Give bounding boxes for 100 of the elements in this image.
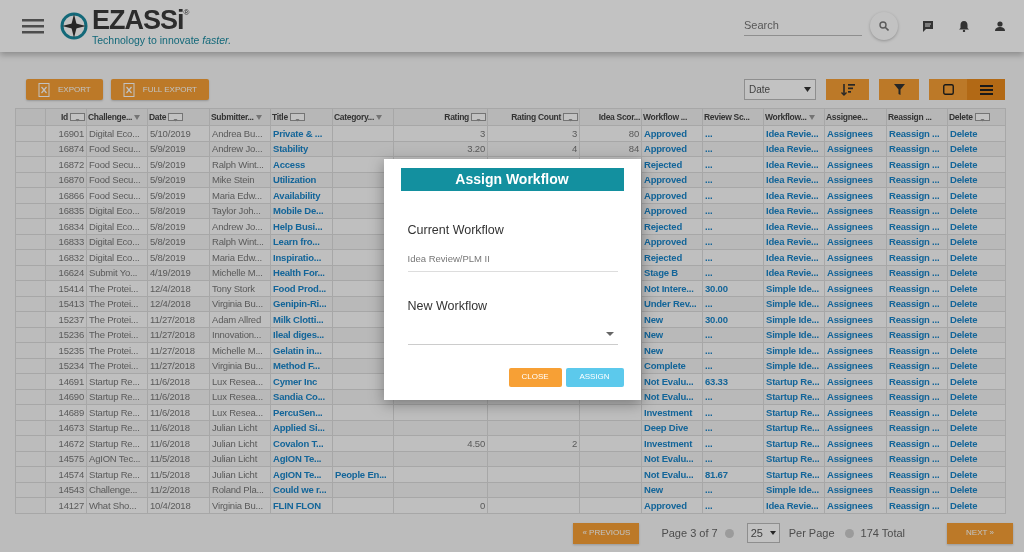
chat-button[interactable] xyxy=(922,20,934,32)
assign-button[interactable]: ASSIGN xyxy=(565,367,624,387)
table-link[interactable]: ... xyxy=(705,436,713,450)
search-button[interactable] xyxy=(870,12,898,40)
table-cell: Food Secu... xyxy=(89,174,141,186)
table-link[interactable]: ... xyxy=(705,126,713,140)
table-link[interactable]: ... xyxy=(705,297,713,311)
table-cell: 16832 xyxy=(58,251,84,263)
table-cell: Food Secu... xyxy=(89,143,141,155)
column-header: Title xyxy=(272,110,288,124)
table-cell: The Protei... xyxy=(89,282,139,294)
view-toggle-button[interactable] xyxy=(967,79,1005,100)
close-button[interactable]: CLOSE xyxy=(508,367,562,387)
table-cell: Submit Yo... xyxy=(89,267,138,279)
table-cell: Roland Pla... xyxy=(212,484,264,496)
table-cell: 5/9/2019 xyxy=(150,158,186,170)
table-link[interactable]: ... xyxy=(705,483,713,497)
table-cell: 4/19/2019 xyxy=(150,267,191,279)
table-cell: 14673 xyxy=(58,422,84,434)
table-cell: Virginia Bu... xyxy=(212,499,263,511)
table-cell: 5/10/2019 xyxy=(150,127,191,139)
column-header: Workflow... xyxy=(765,110,807,124)
table-link[interactable]: ... xyxy=(705,219,713,233)
table-link[interactable]: ... xyxy=(705,250,713,264)
bell-button[interactable] xyxy=(958,20,970,32)
table-link[interactable]: ... xyxy=(705,328,713,342)
table-cell: Andrew Jo... xyxy=(212,143,263,155)
table-link[interactable]: ... xyxy=(705,452,713,466)
chat-icon xyxy=(922,20,934,32)
filter-icon[interactable] xyxy=(134,114,141,120)
column-menu-icon[interactable] xyxy=(168,112,184,122)
table-link[interactable]: ... xyxy=(705,390,713,404)
column-menu-icon[interactable] xyxy=(563,112,578,122)
table-cell: Innovation... xyxy=(212,329,262,341)
table-link[interactable]: ... xyxy=(705,157,713,171)
separator-dot xyxy=(724,528,734,538)
table-link[interactable]: ... xyxy=(705,343,713,357)
bell-icon xyxy=(958,20,970,32)
table-cell: 14575 xyxy=(58,453,84,465)
column-header: Category... xyxy=(334,110,374,124)
table-cell: Startup Re... xyxy=(89,406,140,418)
table-link[interactable]: ... xyxy=(705,173,713,187)
table-cell: Virginia Bu... xyxy=(212,360,263,372)
table-cell: 15414 xyxy=(58,282,84,294)
next-button[interactable]: NEXT » xyxy=(947,522,1013,544)
table-link[interactable]: ... xyxy=(705,204,713,218)
table-link[interactable]: ... xyxy=(705,235,713,249)
column-menu-icon[interactable] xyxy=(471,112,486,122)
tagline: Technology to innovate faster. xyxy=(92,34,232,46)
caret-icon xyxy=(769,531,776,535)
table-cell: 11/6/2018 xyxy=(150,375,190,387)
sort-button[interactable] xyxy=(826,79,869,100)
table-cell: 14672 xyxy=(58,437,84,449)
full-export-button[interactable]: FULL EXPORT xyxy=(110,79,209,100)
table-link[interactable]: ... xyxy=(705,142,713,156)
registered-mark: ® xyxy=(183,6,190,17)
view-toggle-button[interactable] xyxy=(929,79,967,100)
search-field[interactable]: Search xyxy=(744,16,862,36)
current-workflow-field: Idea Review/PLM II xyxy=(407,251,618,272)
table-cell: Lux Resea... xyxy=(212,391,263,403)
sort-field-select[interactable]: Date xyxy=(744,79,816,100)
column-menu-icon[interactable] xyxy=(70,112,85,122)
table-cell: 11/6/2018 xyxy=(150,406,190,418)
filter-icon[interactable] xyxy=(255,114,262,120)
table-link[interactable]: ... xyxy=(705,498,713,512)
export-button[interactable]: EXPORT xyxy=(26,79,103,100)
table-cell: Adam Allred xyxy=(212,313,262,325)
filter-button[interactable] xyxy=(879,79,919,100)
table-cell: The Protei... xyxy=(89,329,139,341)
list-icon xyxy=(979,84,993,95)
table-cell: Challenge... xyxy=(89,484,138,496)
table-cell: Andrea Bu... xyxy=(212,127,263,139)
previous-button[interactable]: « PREVIOUS xyxy=(573,522,640,544)
column-menu-icon[interactable] xyxy=(289,112,305,122)
table-cell: 5/9/2019 xyxy=(150,143,186,155)
table-link[interactable]: ... xyxy=(705,359,713,373)
table-link[interactable]: ... xyxy=(705,266,713,280)
table-cell: Digital Eco... xyxy=(89,220,140,232)
table-cell: 5/8/2019 xyxy=(150,236,186,248)
table-cell: The Protei... xyxy=(89,313,139,325)
column-header: Rating Count xyxy=(511,110,561,124)
table-link[interactable]: ... xyxy=(705,188,713,202)
table-cell: AgION Tec... xyxy=(89,453,141,465)
table-cell: 16833 xyxy=(58,236,84,248)
table-link[interactable]: ... xyxy=(705,405,713,419)
caret-icon xyxy=(804,87,811,92)
filter-icon[interactable] xyxy=(376,114,382,120)
user-button[interactable] xyxy=(994,20,1006,32)
column-header: Submitter... xyxy=(211,110,254,124)
table-cell: 14690 xyxy=(58,391,84,403)
per-page-select[interactable]: 25 xyxy=(746,523,780,543)
column-header: Review Sc... xyxy=(704,110,750,124)
table-cell: 5/9/2019 xyxy=(150,189,186,201)
table-cell: 5/9/2019 xyxy=(150,174,186,186)
table-link[interactable]: ... xyxy=(705,421,713,435)
column-menu-icon[interactable] xyxy=(974,112,990,122)
menu-button[interactable] xyxy=(22,18,44,34)
table-cell: Taylor Joh... xyxy=(212,205,261,217)
column-header: Reassign ... xyxy=(888,110,932,124)
filter-icon[interactable] xyxy=(808,114,815,120)
